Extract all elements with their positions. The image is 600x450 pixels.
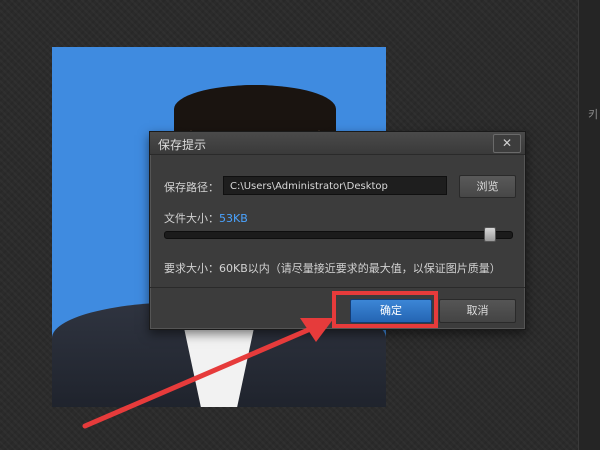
annotation-arrow xyxy=(82,318,334,429)
annotation-arrow-shaft xyxy=(82,321,325,429)
